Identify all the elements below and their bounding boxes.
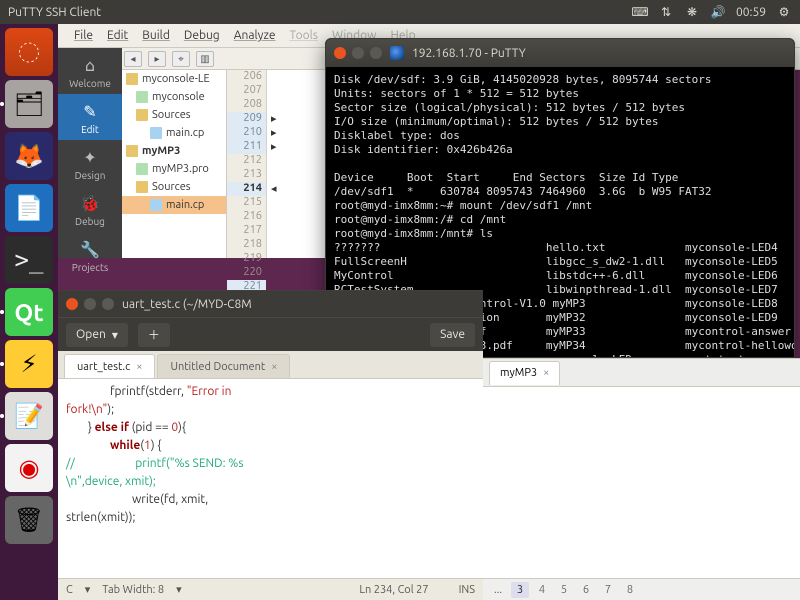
- menu-file[interactable]: File: [74, 29, 93, 42]
- launcher-writer[interactable]: 📄: [5, 184, 53, 232]
- project-tree[interactable]: myconsole-LE myconsole Sources main.cp m…: [122, 70, 227, 258]
- pager-page[interactable]: 5: [555, 582, 573, 598]
- bluetooth-icon[interactable]: ❋: [684, 4, 700, 20]
- mode-edit-label: Edit: [81, 124, 99, 135]
- window-max-button[interactable]: [370, 47, 382, 59]
- gedit-headerbar: Open▾ ＋ Save: [58, 317, 483, 351]
- focused-app-title: PuTTY SSH Client: [8, 6, 101, 19]
- tree-item[interactable]: main.cp: [122, 124, 226, 142]
- save-button[interactable]: Save: [430, 323, 475, 347]
- launcher-putty[interactable]: ⚡: [5, 340, 53, 388]
- gedit-titlebar[interactable]: uart_test.c (~/MYD-C8M: [58, 291, 483, 317]
- clock[interactable]: 00:59: [736, 6, 766, 19]
- launcher-qtcreator[interactable]: Qt: [5, 288, 53, 336]
- lang-selector[interactable]: C: [66, 584, 73, 596]
- mode-design[interactable]: ✦Design: [58, 140, 122, 186]
- mode-edit[interactable]: ✎Edit: [58, 94, 122, 140]
- window-close-button[interactable]: [334, 47, 346, 59]
- insert-mode[interactable]: INS: [459, 584, 475, 596]
- launcher-files[interactable]: 🗂: [5, 80, 53, 128]
- menu-build[interactable]: Build: [142, 29, 170, 42]
- tree-item[interactable]: Sources: [122, 106, 226, 124]
- tree-item[interactable]: myconsole: [122, 88, 226, 106]
- pager-page[interactable]: 4: [533, 582, 551, 598]
- gedit-tabstrip: uart_test.c× Untitled Document×: [58, 351, 483, 379]
- tree-item[interactable]: myconsole-LE: [122, 70, 226, 88]
- editor-gutter: 206207208 209210211 212213 214 215216217…: [227, 70, 267, 258]
- menu-edit[interactable]: Edit: [107, 29, 128, 42]
- pager-page[interactable]: 6: [577, 582, 595, 598]
- launcher-dash[interactable]: ◌: [5, 28, 53, 76]
- open-button[interactable]: Open▾: [66, 323, 128, 347]
- tab-uart[interactable]: uart_test.c×: [64, 354, 155, 378]
- chevron-down-icon[interactable]: ▾: [176, 583, 182, 596]
- tab-untitled[interactable]: Untitled Document×: [157, 354, 290, 378]
- launcher-firefox[interactable]: 🦊: [5, 132, 53, 180]
- gedit-editor[interactable]: fprintf(stderr, "Error in fork!\n"); } e…: [58, 379, 483, 578]
- cursor-position: Ln 234, Col 27: [359, 584, 428, 596]
- system-menubar: PuTTY SSH Client ⌨ ⇅ ❋ 🔊 00:59 ⚙: [0, 0, 800, 24]
- putty-titlebar[interactable]: 192.168.1.70 - PuTTY: [326, 39, 794, 67]
- mode-projects-label: Projects: [72, 262, 108, 273]
- close-icon[interactable]: ×: [136, 361, 142, 373]
- menu-analyze[interactable]: Analyze: [234, 29, 276, 42]
- network-icon[interactable]: ⇅: [658, 4, 674, 20]
- mode-projects[interactable]: 🔧Projects: [58, 232, 122, 278]
- pager-page[interactable]: 7: [599, 582, 617, 598]
- menu-debug[interactable]: Debug: [184, 29, 220, 42]
- editor-sliver[interactable]: ▸▸▸ ◂: [267, 70, 327, 258]
- locator-button[interactable]: ⌖: [172, 51, 190, 67]
- mode-welcome-label: Welcome: [69, 78, 111, 89]
- pager-page[interactable]: 3: [511, 582, 529, 598]
- putty-title-text: 192.168.1.70 - PuTTY: [412, 47, 526, 60]
- nav-back-button[interactable]: ◂: [124, 51, 142, 67]
- tab-mymp3[interactable]: myMP3×: [489, 361, 560, 385]
- mode-welcome[interactable]: ⌂Welcome: [58, 48, 122, 94]
- putty-icon: [390, 46, 404, 60]
- launcher-terminal[interactable]: >_: [5, 236, 53, 284]
- window-min-button[interactable]: [352, 47, 364, 59]
- launcher-gedit[interactable]: 📝: [5, 392, 53, 440]
- launcher-evince[interactable]: ◉: [5, 444, 53, 492]
- menu-tools[interactable]: Tools: [290, 29, 319, 42]
- nav-fwd-button[interactable]: ▸: [148, 51, 166, 67]
- tree-item-selected[interactable]: main.cp: [122, 196, 226, 214]
- unity-launcher: ◌ 🗂 🦊 📄 >_ Qt ⚡ 📝 ◉ 🗑: [0, 24, 58, 600]
- gedit-window[interactable]: uart_test.c (~/MYD-C8M Open▾ ＋ Save uart…: [58, 290, 483, 600]
- pager-page[interactable]: 8: [621, 582, 639, 598]
- window-min-button[interactable]: [84, 298, 96, 310]
- keyboard-indicator-icon[interactable]: ⌨: [632, 4, 648, 20]
- chevron-down-icon[interactable]: ▾: [85, 583, 91, 596]
- mode-debug[interactable]: 🐞Debug: [58, 186, 122, 232]
- qtcreator-modebar: ⌂Welcome ✎Edit ✦Design 🐞Debug 🔧Projects: [58, 48, 122, 258]
- close-icon[interactable]: ×: [543, 367, 549, 379]
- pager-prev[interactable]: ...: [489, 582, 507, 598]
- mode-design-label: Design: [75, 170, 106, 181]
- close-icon[interactable]: ×: [271, 361, 277, 373]
- tree-item[interactable]: myMP3: [122, 142, 226, 160]
- volume-icon[interactable]: 🔊: [710, 4, 726, 20]
- right-tabstrip: myMP3×: [483, 358, 800, 387]
- right-pane[interactable]: [483, 387, 800, 578]
- mode-debug-label: Debug: [75, 216, 105, 227]
- gedit-statusbar: C ▾ Tab Width: 8 ▾ Ln 234, Col 27 INS: [58, 578, 483, 600]
- issues-pager: ... 3 4 5 6 7 8: [483, 578, 800, 600]
- system-gear-icon[interactable]: ⚙: [776, 4, 792, 20]
- tree-item[interactable]: myMP3.pro: [122, 160, 226, 178]
- window-max-button[interactable]: [102, 298, 114, 310]
- chevron-down-icon: ▾: [112, 328, 118, 342]
- gedit-title-text: uart_test.c (~/MYD-C8M: [122, 298, 252, 311]
- split-button[interactable]: ▥: [196, 51, 214, 67]
- launcher-trash[interactable]: 🗑: [5, 496, 53, 544]
- new-doc-button[interactable]: ＋: [138, 323, 170, 347]
- window-close-button[interactable]: [66, 298, 78, 310]
- tree-item[interactable]: Sources: [122, 178, 226, 196]
- tabwidth-selector[interactable]: Tab Width: 8: [102, 584, 164, 596]
